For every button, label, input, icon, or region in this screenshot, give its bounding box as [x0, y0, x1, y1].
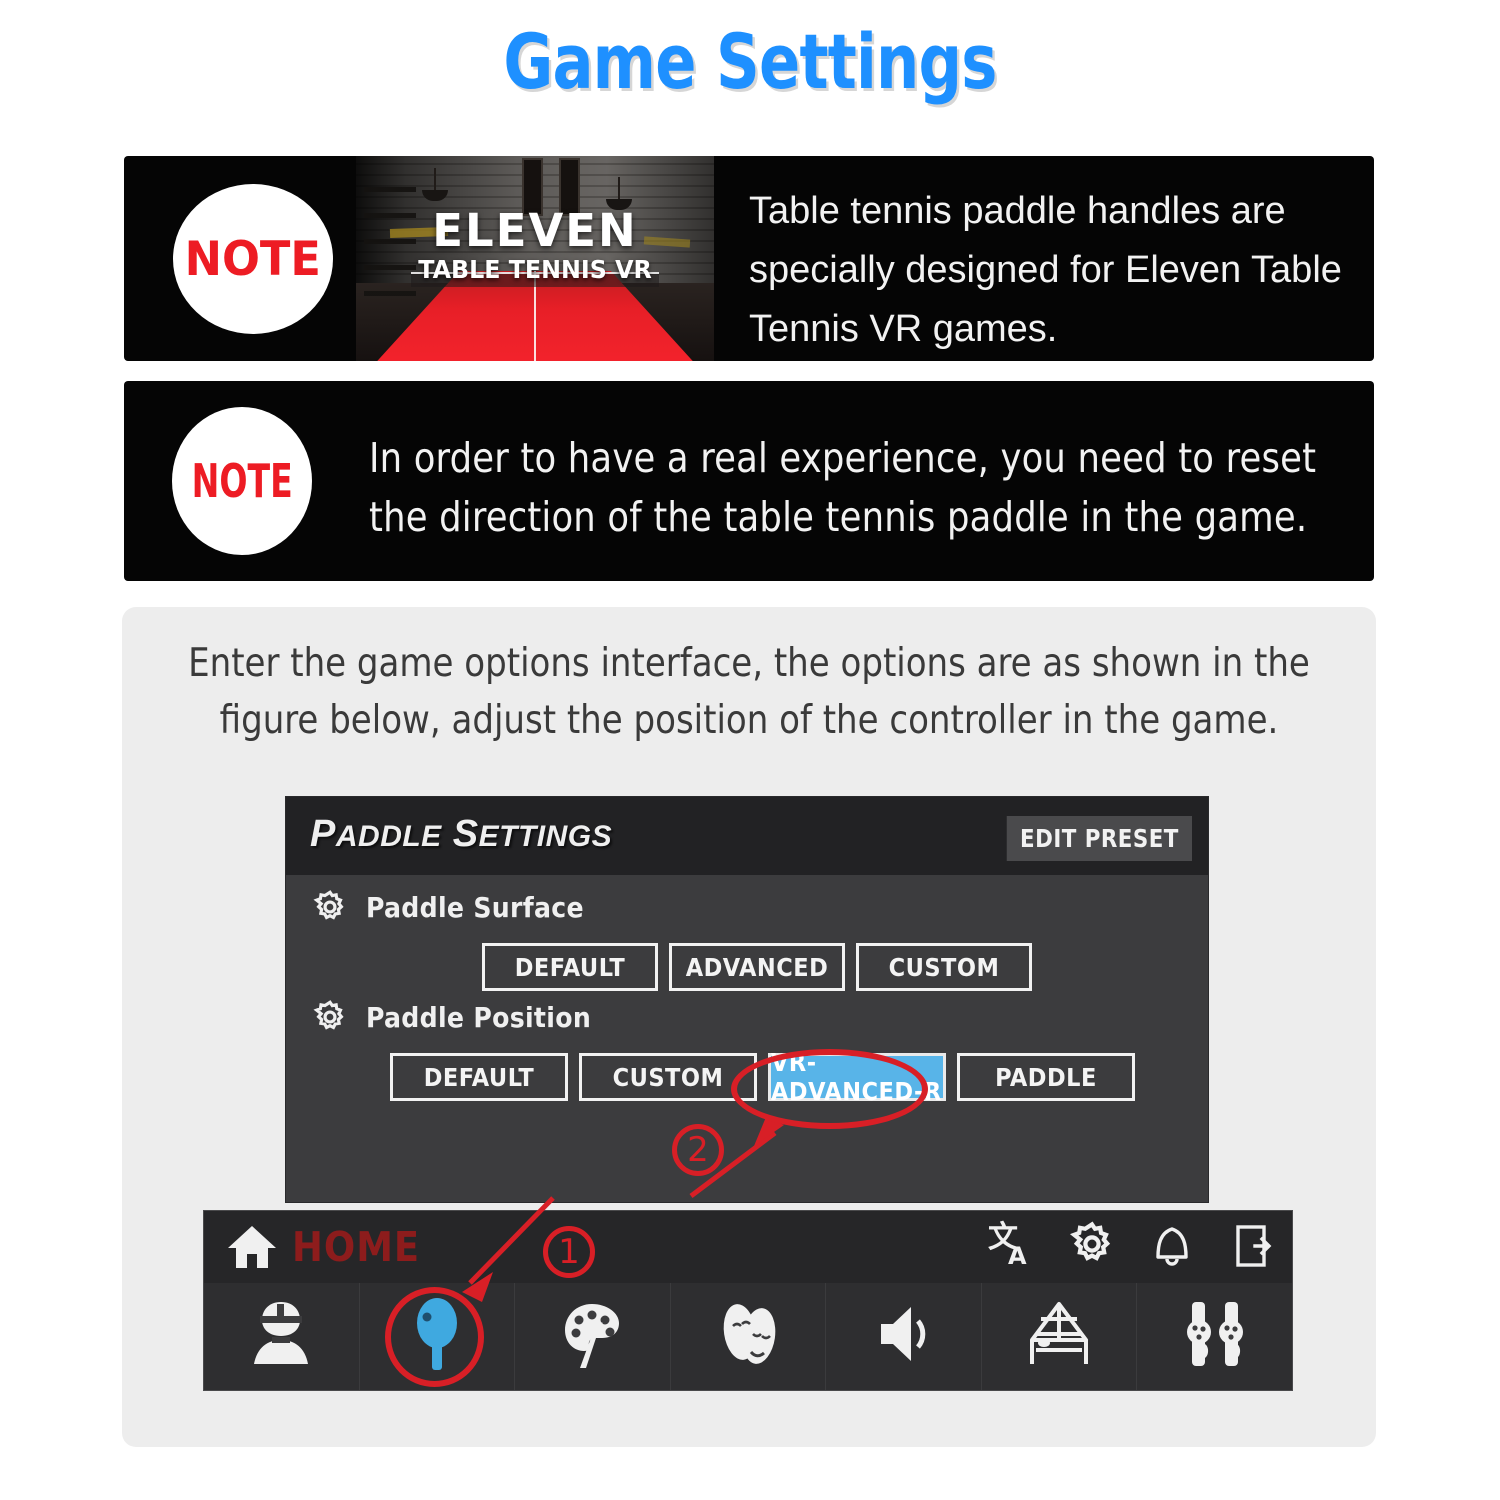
option-button-custom[interactable]: CUSTOM: [856, 943, 1032, 991]
option-row-label: Paddle Position: [366, 1000, 592, 1034]
title-s: S: [452, 813, 479, 855]
intro-text: Enter the game options interface, the op…: [188, 641, 1310, 743]
option-button-advanced[interactable]: ADVANCED: [669, 943, 845, 991]
title-ettings: ETTINGS: [478, 820, 613, 853]
navbar-bottom-icons: [204, 1283, 1292, 1390]
gear-icon: [312, 999, 348, 1035]
game-navbar: HOME 文 A: [204, 1211, 1292, 1390]
palette-icon: [555, 1294, 629, 1379]
nav-item-masks[interactable]: [671, 1283, 827, 1390]
game-thumbnail: ELEVEN TABLE TENNIS VR: [356, 156, 714, 361]
option-button-default[interactable]: DEFAULT: [482, 943, 658, 991]
option-button-default[interactable]: DEFAULT: [390, 1053, 568, 1101]
nav-item-palette[interactable]: [515, 1283, 671, 1390]
nav-item-sound[interactable]: [826, 1283, 982, 1390]
annotation-ellipse-paddle-icon: [385, 1287, 484, 1387]
bell-icon[interactable]: [1148, 1219, 1196, 1271]
theater-masks-icon: [711, 1294, 785, 1379]
note-text: Table tennis paddle handles are speciall…: [749, 190, 1342, 350]
speaker-icon: [867, 1294, 941, 1379]
edit-preset-button[interactable]: EDIT PRESET: [1006, 816, 1192, 861]
figure-panel: Enter the game options interface, the op…: [122, 607, 1376, 1447]
exit-icon[interactable]: [1228, 1219, 1276, 1271]
nav-item-player[interactable]: [204, 1283, 360, 1390]
title-p: P: [310, 813, 336, 855]
page-title: Game Settings: [503, 17, 997, 106]
note-box-1: NOTE ELEVEN TABLE TENNIS VR Table tennis…: [124, 156, 1374, 361]
note-badge-label: NOTE: [191, 454, 293, 508]
thumbnail-logo-sub: TABLE TENNIS VR: [418, 255, 652, 284]
note-badge: NOTE: [172, 407, 312, 555]
annotation-marker-1: 1: [543, 1226, 595, 1278]
page-root: Game Settings NOTE ELEVEN TABLE TENNIS V…: [0, 0, 1500, 1500]
gear-icon[interactable]: [1068, 1219, 1116, 1271]
table-tennis-table-icon: [1022, 1294, 1096, 1379]
paddle-settings-card: PADDLE SETTINGS EDIT PRESET Paddle Surfa…: [286, 797, 1208, 1202]
house-icon[interactable]: [226, 1224, 278, 1270]
translate-icon[interactable]: 文 A: [988, 1219, 1036, 1271]
home-label[interactable]: HOME: [292, 1223, 420, 1271]
gear-icon: [312, 889, 348, 925]
nav-item-table[interactable]: [982, 1283, 1138, 1390]
svg-text:A: A: [1008, 1242, 1027, 1270]
option-row-paddle-surface: Paddle Surface DEFAULT ADVANCED CUSTOM: [286, 885, 1208, 991]
paddle-settings-header: PADDLE SETTINGS EDIT PRESET: [286, 797, 1208, 875]
option-row-label: Paddle Surface: [366, 890, 584, 924]
option-button-group: DEFAULT ADVANCED CUSTOM: [482, 943, 1208, 991]
annotation-marker-2: 2: [672, 1124, 724, 1176]
nav-item-controllers[interactable]: [1137, 1283, 1292, 1390]
navbar-top-icons: 文 A: [988, 1219, 1276, 1271]
option-button-custom[interactable]: CUSTOM: [579, 1053, 757, 1101]
note-badge: NOTE: [173, 184, 333, 334]
title-addle: ADDLE: [335, 820, 442, 853]
option-button-paddle[interactable]: PADDLE: [957, 1053, 1135, 1101]
note-text: In order to have a real experience, you …: [369, 434, 1317, 541]
vr-controllers-icon: [1178, 1294, 1252, 1379]
navbar-top: HOME 文 A: [204, 1211, 1292, 1283]
note-box-2: NOTE In order to have a real experience,…: [124, 381, 1374, 581]
thumbnail-logo-main: ELEVEN: [432, 204, 638, 257]
paddle-settings-title: PADDLE SETTINGS: [310, 813, 612, 856]
note-badge-label: NOTE: [184, 231, 322, 287]
annotation-ellipse-vr-advanced: [731, 1049, 928, 1129]
player-avatar-icon: [244, 1294, 318, 1379]
